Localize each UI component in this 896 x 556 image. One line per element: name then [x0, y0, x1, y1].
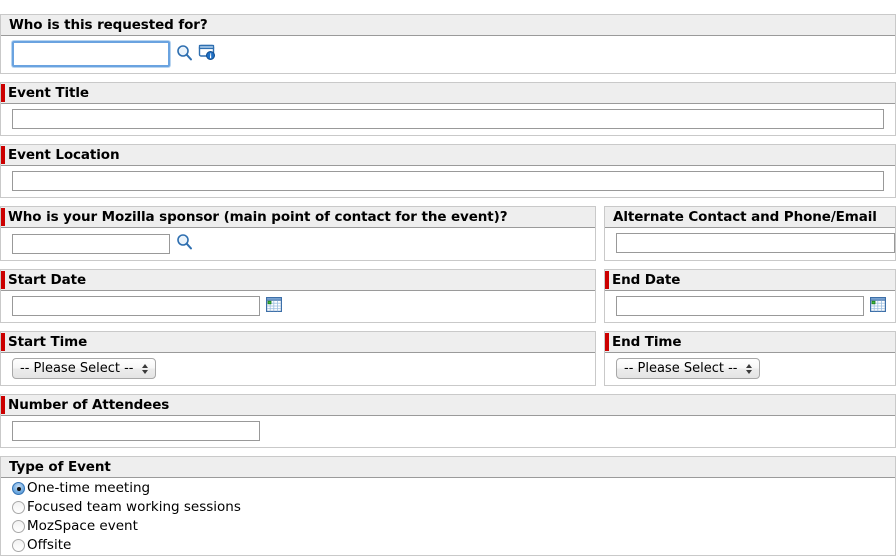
radio-indicator-selected[interactable] [12, 482, 25, 495]
field-header-type-of-event: Type of Event [1, 456, 895, 478]
field-body-event-title [1, 104, 895, 135]
required-marker-icon [605, 333, 609, 351]
calendar-icon[interactable] [266, 296, 283, 316]
requested-for-input[interactable] [12, 41, 170, 67]
field-body-event-location [1, 166, 895, 197]
radio-option-one-time-meeting[interactable]: One-time meeting [12, 479, 895, 498]
field-header-end-date: End Date [605, 269, 895, 291]
field-header-end-time: End Time [605, 331, 895, 353]
field-group-alternate-contact: Alternate Contact and Phone/Email [604, 206, 896, 261]
radio-indicator[interactable] [12, 539, 25, 552]
section-times: Start Time -- Please Select -- End Time … [0, 331, 896, 386]
section-event-location: Event Location [0, 144, 896, 198]
radio-option-focused-team-working-sessions[interactable]: Focused team working sessions [12, 498, 895, 517]
section-dates: Start Date End Date [0, 269, 896, 323]
field-label-start-date: Start Date [8, 272, 87, 288]
event-request-form: Who is this requested for? Event Title E… [0, 0, 896, 556]
number-of-attendees-input[interactable] [12, 421, 260, 441]
field-label-alternate-contact: Alternate Contact and Phone/Email [613, 209, 877, 225]
field-header-number-of-attendees: Number of Attendees [1, 394, 895, 416]
field-label-start-time: Start Time [8, 334, 88, 350]
required-marker-icon [1, 271, 5, 289]
field-header-start-date: Start Date [1, 269, 595, 291]
end-date-input[interactable] [616, 296, 864, 316]
search-icon[interactable] [176, 44, 193, 65]
chevron-updown-icon [142, 363, 149, 374]
field-group-number-of-attendees: Number of Attendees [0, 394, 896, 448]
field-header-event-title: Event Title [1, 82, 895, 104]
field-label-end-time: End Time [612, 334, 682, 350]
field-group-requested-for: Who is this requested for? [0, 14, 896, 74]
field-body-end-date [605, 291, 895, 322]
radio-option-mozspace-event[interactable]: MozSpace event [12, 517, 895, 536]
calendar-icon[interactable] [870, 296, 887, 316]
mozilla-sponsor-input[interactable] [12, 233, 170, 254]
field-body-requested-for [1, 36, 895, 73]
required-marker-icon [1, 396, 5, 414]
lookup-card-icon[interactable] [198, 44, 216, 64]
field-group-event-location: Event Location [0, 144, 896, 198]
field-header-start-time: Start Time [1, 331, 595, 353]
field-group-type-of-event: Type of Event One-time meeting Focused t… [0, 456, 896, 556]
field-body-start-date [1, 291, 595, 322]
field-header-alternate-contact: Alternate Contact and Phone/Email [605, 206, 895, 228]
field-header-requested-for: Who is this requested for? [1, 14, 895, 36]
radio-label: Offsite [27, 537, 72, 553]
end-time-select[interactable]: -- Please Select -- [616, 358, 761, 379]
required-marker-icon [1, 84, 5, 102]
field-body-mozilla-sponsor [1, 228, 595, 260]
field-group-end-date: End Date [604, 269, 896, 323]
field-group-start-date: Start Date [0, 269, 596, 323]
field-label-event-title: Event Title [8, 85, 89, 101]
field-body-end-time: -- Please Select -- [605, 353, 895, 385]
field-group-event-title: Event Title [0, 82, 896, 136]
required-marker-icon [1, 146, 5, 164]
type-of-event-radio-group: One-time meeting Focused team working se… [1, 478, 895, 555]
field-group-end-time: End Time -- Please Select -- [604, 331, 896, 386]
field-label-mozilla-sponsor: Who is your Mozilla sponsor (main point … [8, 209, 508, 225]
end-time-selected-value: -- Please Select -- [624, 361, 738, 376]
start-time-select[interactable]: -- Please Select -- [12, 358, 157, 379]
chevron-updown-icon [746, 363, 753, 374]
field-label-requested-for: Who is this requested for? [9, 17, 208, 33]
field-group-start-time: Start Time -- Please Select -- [0, 331, 596, 386]
radio-option-offsite[interactable]: Offsite [12, 536, 895, 555]
start-date-input[interactable] [12, 296, 260, 316]
required-marker-icon [1, 333, 5, 351]
field-label-type-of-event: Type of Event [9, 459, 111, 475]
section-event-title: Event Title [0, 82, 896, 136]
section-requested-for: Who is this requested for? [0, 14, 896, 74]
start-time-selected-value: -- Please Select -- [20, 361, 134, 376]
section-sponsor-and-alternate-contact: Who is your Mozilla sponsor (main point … [0, 206, 896, 261]
field-label-end-date: End Date [612, 272, 681, 288]
radio-label: MozSpace event [27, 518, 138, 534]
field-header-event-location: Event Location [1, 144, 895, 166]
field-header-mozilla-sponsor: Who is your Mozilla sponsor (main point … [1, 206, 595, 228]
radio-indicator[interactable] [12, 501, 25, 514]
field-body-alternate-contact [605, 228, 895, 259]
alternate-contact-input[interactable] [616, 233, 895, 253]
section-number-of-attendees: Number of Attendees [0, 394, 896, 448]
field-body-start-time: -- Please Select -- [1, 353, 595, 385]
radio-label: Focused team working sessions [27, 499, 241, 515]
radio-indicator[interactable] [12, 520, 25, 533]
event-title-input[interactable] [12, 109, 884, 129]
required-marker-icon [1, 208, 5, 226]
field-group-mozilla-sponsor: Who is your Mozilla sponsor (main point … [0, 206, 596, 261]
required-marker-icon [605, 271, 609, 289]
field-body-number-of-attendees [1, 416, 895, 447]
section-type-of-event: Type of Event One-time meeting Focused t… [0, 456, 896, 556]
search-icon[interactable] [176, 233, 193, 254]
field-label-number-of-attendees: Number of Attendees [8, 397, 170, 413]
radio-label: One-time meeting [27, 480, 151, 496]
field-label-event-location: Event Location [8, 147, 120, 163]
event-location-input[interactable] [12, 171, 884, 191]
